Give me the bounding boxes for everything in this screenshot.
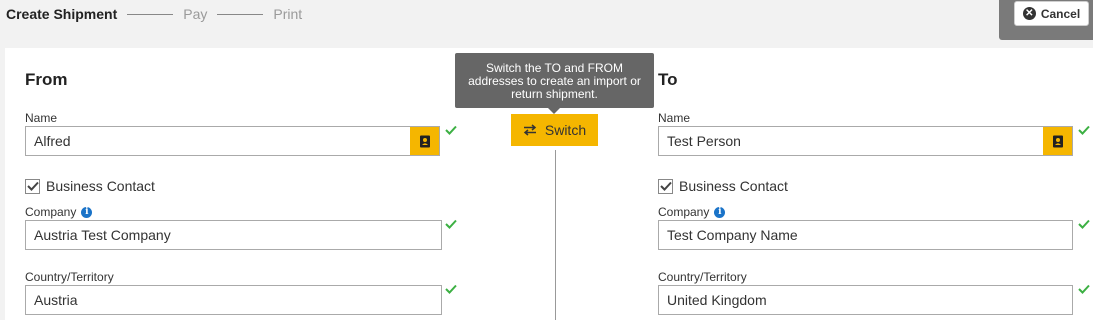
to-business-contact-row: Business Contact: [658, 178, 788, 194]
to-country-label: Country/Territory: [658, 270, 747, 284]
to-name-field[interactable]: Test Person: [658, 126, 1073, 156]
from-country-label: Country/Territory: [25, 270, 114, 284]
from-name-valid-checkmark-icon: [445, 125, 457, 135]
step-create-shipment: Create Shipment: [6, 6, 118, 22]
switch-tooltip-text: Switch the TO and FROM addresses to crea…: [468, 61, 641, 101]
to-country-valid-checkmark-icon: [1078, 284, 1090, 294]
info-icon[interactable]: i: [81, 206, 93, 218]
checkbox-check-icon: [26, 181, 39, 191]
from-name-field[interactable]: Alfred: [25, 126, 440, 156]
to-company-label-text: Company: [658, 205, 710, 219]
from-country-value: Austria: [34, 292, 78, 308]
to-business-contact-label: Business Contact: [679, 178, 788, 194]
from-company-valid-checkmark-icon: [445, 219, 457, 229]
to-name-valid-checkmark-icon: [1078, 125, 1090, 135]
from-title: From: [25, 70, 68, 89]
checkbox-check-icon: [659, 181, 672, 191]
from-name-value: Alfred: [34, 133, 71, 149]
switch-tooltip: Switch the TO and FROM addresses to crea…: [455, 53, 654, 108]
close-circle-icon: ✕: [1022, 7, 1036, 20]
from-name-label: Name: [25, 111, 58, 125]
from-country-field[interactable]: Austria: [25, 285, 442, 315]
from-company-value: Austria Test Company: [34, 227, 171, 243]
to-company-valid-checkmark-icon: [1078, 219, 1090, 229]
from-contact-book-button[interactable]: [410, 127, 439, 155]
to-title: To: [658, 70, 678, 89]
to-company-value: Test Company Name: [667, 227, 798, 243]
to-country-value: United Kingdom: [667, 292, 767, 308]
to-name-label: Name: [658, 111, 691, 125]
from-company-label: Company i: [25, 205, 93, 219]
to-company-field[interactable]: Test Company Name: [658, 220, 1073, 250]
from-country-valid-checkmark-icon: [445, 284, 457, 294]
cancel-label: Cancel: [1040, 6, 1081, 21]
from-business-contact-row: Business Contact: [25, 178, 155, 194]
from-company-label-text: Company: [25, 205, 77, 219]
progress-steps: Create Shipment Pay Print: [6, 5, 302, 23]
to-company-label: Company i: [658, 205, 726, 219]
from-company-field[interactable]: Austria Test Company: [25, 220, 442, 250]
step-connector: [217, 13, 264, 15]
cancel-area: ✕ Cancel: [999, 0, 1093, 40]
column-divider: [555, 150, 556, 320]
switch-label: Switch: [544, 122, 587, 138]
step-connector: [127, 13, 174, 15]
to-name-value: Test Person: [667, 133, 741, 149]
step-print: Print: [273, 6, 303, 22]
step-pay: Pay: [183, 6, 208, 22]
swap-arrows-icon: [523, 124, 537, 136]
to-contact-book-button[interactable]: [1043, 127, 1072, 155]
info-icon[interactable]: i: [714, 206, 726, 218]
from-business-contact-label: Business Contact: [46, 178, 155, 194]
to-business-contact-checkbox[interactable]: [658, 178, 673, 194]
from-business-contact-checkbox[interactable]: [25, 178, 40, 194]
cancel-button[interactable]: ✕ Cancel: [1014, 1, 1089, 26]
contact-book-icon: [1052, 135, 1063, 147]
contact-book-icon: [419, 135, 430, 147]
to-country-field[interactable]: United Kingdom: [658, 285, 1073, 315]
top-bar: Create Shipment Pay Print ✕ Cancel: [0, 0, 1093, 40]
switch-button[interactable]: Switch: [511, 114, 598, 146]
